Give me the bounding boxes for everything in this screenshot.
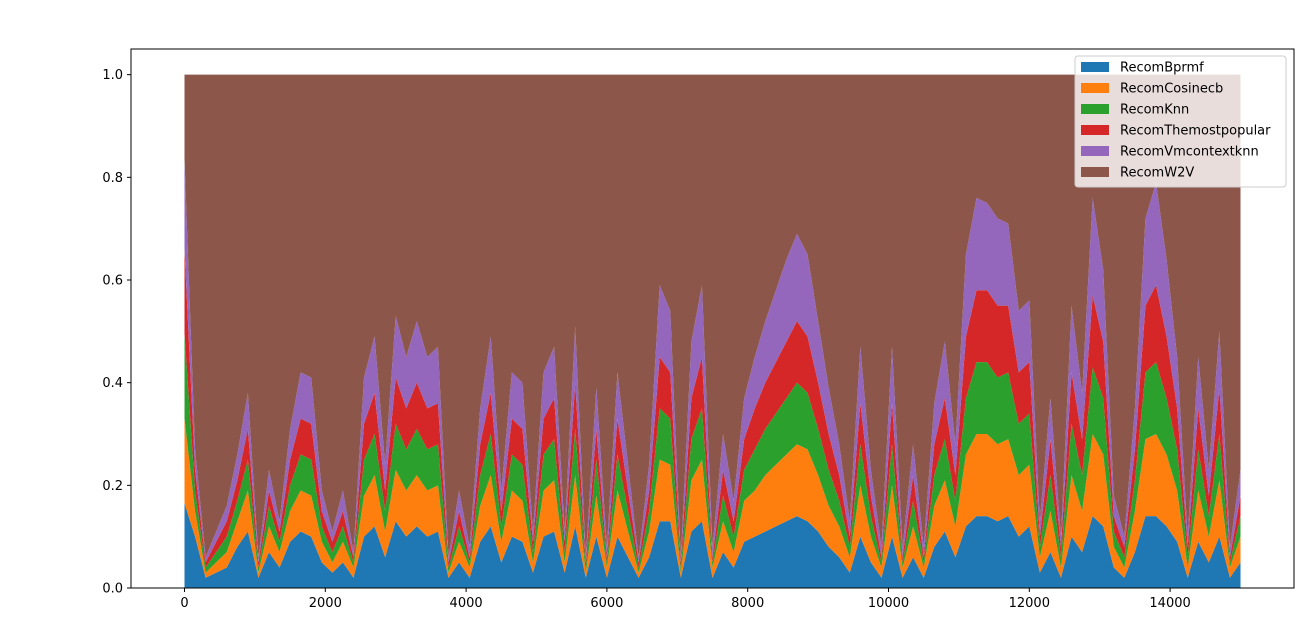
y-tick-label: 0.8	[102, 171, 123, 186]
y-tick-label: 0.4	[102, 376, 123, 391]
x-tick-label: 8000	[731, 596, 764, 611]
legend-label: RecomW2V	[1120, 166, 1194, 181]
legend-label: RecomBprmf	[1120, 61, 1204, 76]
x-tick-label: 10000	[868, 596, 909, 611]
y-tick-label: 1.0	[102, 68, 123, 83]
stacked-area-chart: 0 2000 4000 6000 8000 10000 12000 14000 0.0 0.2 0…	[0, 0, 1299, 633]
legend-swatch	[1081, 104, 1109, 114]
legend-swatch	[1081, 83, 1109, 93]
x-tick-label: 14000	[1149, 596, 1190, 611]
chart-figure: 0 2000 4000 6000 8000 10000 12000 14000 0.0 0.2 0…	[0, 0, 1299, 633]
legend-label: RecomThemostpopular	[1120, 124, 1271, 139]
x-tick-label: 12000	[1009, 596, 1050, 611]
legend: RecomBprmf RecomCosinecb RecomKnn RecomThem…	[1074, 55, 1287, 188]
legend-label: RecomCosinecb	[1120, 82, 1223, 97]
legend-label: RecomKnn	[1120, 103, 1189, 118]
x-tick-label: 4000	[450, 596, 483, 611]
y-tick-label: 0.0	[102, 582, 123, 597]
legend-label: RecomVmcontextknn	[1120, 145, 1259, 160]
x-tick-label: 2000	[309, 596, 342, 611]
x-tick-label: 0	[180, 596, 188, 611]
legend-swatch	[1081, 167, 1109, 177]
x-tick-label: 6000	[590, 596, 623, 611]
legend-swatch	[1081, 125, 1109, 135]
y-tick-label: 0.2	[102, 479, 123, 494]
legend-swatch	[1081, 146, 1109, 156]
y-tick-label: 0.6	[102, 274, 123, 289]
legend-swatch	[1081, 62, 1109, 72]
